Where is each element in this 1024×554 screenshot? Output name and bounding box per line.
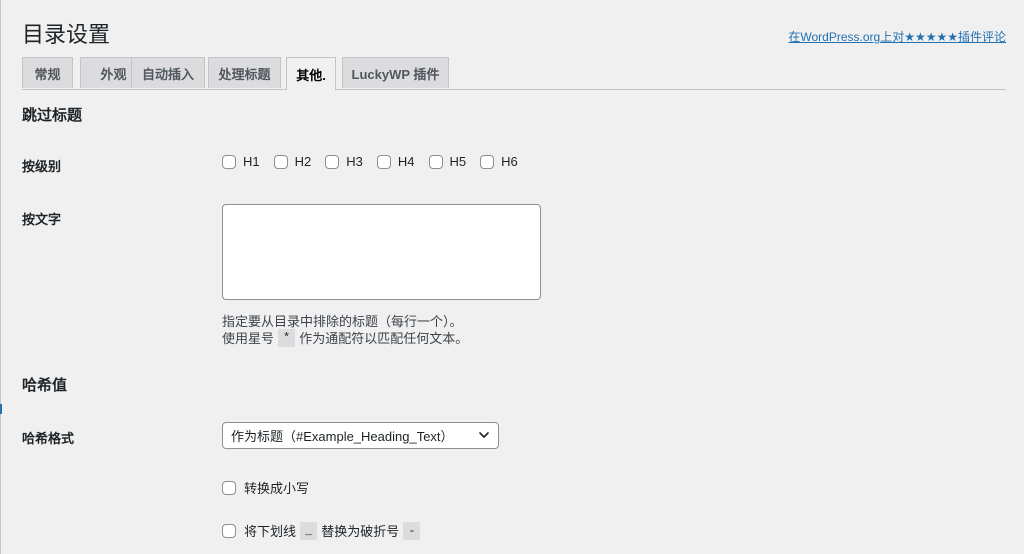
lowercase-checkbox[interactable] [222,480,236,495]
rate-plugin-link[interactable]: 在WordPress.org上对★★★★★插件评论 [788,28,1006,45]
level-option-h3[interactable]: H3 [325,154,363,169]
hash-format-label: 哈希格式 [22,431,75,446]
section-title-hash: 哈希值 [22,377,68,394]
chevron-down-icon [479,432,489,438]
left-edge-divider [0,0,1,554]
replace-underscore-checkbox[interactable] [222,523,236,538]
dash-code: - [403,521,421,540]
settings-tabs: 常规 外观 自动插入 处理标题 其他. LuckyWP 插件 [22,57,1006,90]
level-option-h1[interactable]: H1 [222,154,260,169]
checkbox-h4[interactable] [376,154,391,169]
heading-level-checkboxes: H1 H2 H3 H4 H5 H6 [222,154,532,169]
hash-format-value: 作为标题（#Example_Heading_Text） [231,429,454,444]
help-text-prefix: 使用星号 [222,331,275,346]
checkbox-h1[interactable] [222,154,236,169]
tab-auto-insert[interactable]: 自动插入 [131,57,205,88]
wildcard-code: * [278,328,296,347]
level-option-h6[interactable]: H6 [480,154,518,169]
checkbox-h6[interactable] [480,154,495,169]
checkbox-h3[interactable] [325,154,340,169]
checkbox-h2[interactable] [273,154,288,169]
replace-middle: 替换为破折号 [321,524,400,539]
page-title: 目录设置 [22,22,111,47]
tab-general[interactable]: 常规 [22,57,73,88]
replace-prefix: 将下划线 [244,524,297,539]
by-text-label: 按文字 [22,212,62,227]
lowercase-option[interactable]: 转换成小写 [222,478,309,497]
admin-menu-indicator [0,404,2,414]
lowercase-label: 转换成小写 [244,481,310,496]
checkbox-h5[interactable] [428,154,443,169]
tab-luckywp-plugins[interactable]: LuckyWP 插件 [342,57,449,88]
tab-misc[interactable]: 其他. [286,57,336,90]
underscore-code: _ [300,521,318,540]
level-option-h4[interactable]: H4 [376,154,415,169]
help-text-suffix: 作为通配符以匹配任何文本。 [299,331,469,346]
section-title-skip-headings: 跳过标题 [22,107,83,124]
level-option-h2[interactable]: H2 [273,154,311,169]
tab-headings[interactable]: 处理标题 [208,57,281,88]
level-option-h5[interactable]: H5 [428,154,466,169]
hash-format-select[interactable]: 作为标题（#Example_Heading_Text） [222,422,499,449]
skip-help-line-2: 使用星号 * 作为通配符以匹配任何文本。 [222,328,468,347]
skip-headings-textarea[interactable] [222,204,541,300]
replace-underscore-option[interactable]: 将下划线 _ 替换为破折号 - [222,521,424,540]
by-level-label: 按级别 [22,159,62,174]
